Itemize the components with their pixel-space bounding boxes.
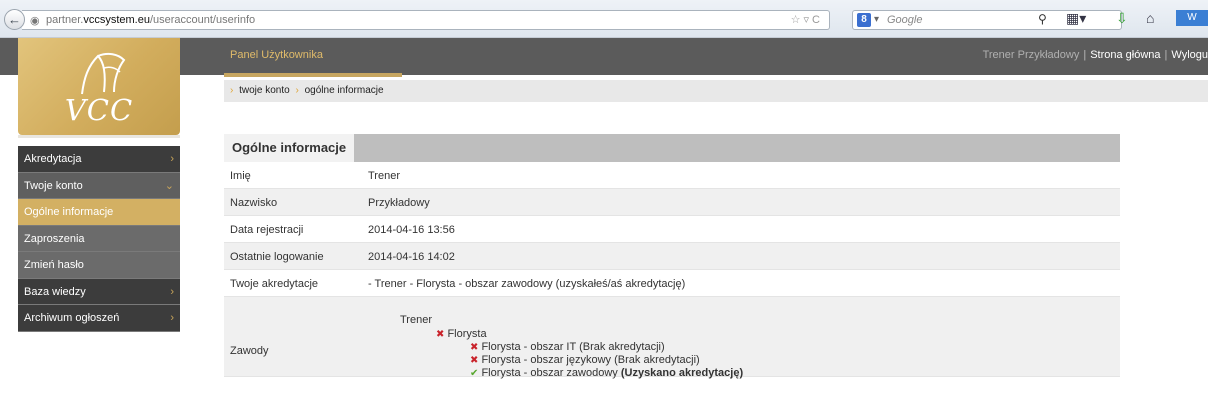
download-arrow-icon[interactable]: ⇩ bbox=[1116, 10, 1128, 27]
sidebar-item-twoje-konto[interactable]: Twoje konto ⌄ bbox=[18, 172, 180, 199]
sidebar-item-akredytacja[interactable]: Akredytacja › bbox=[18, 146, 180, 173]
search-engine-icon[interactable]: 8 bbox=[857, 13, 871, 27]
info-row-data-rejestracji: Data rejestracji 2014-04-16 13:56 bbox=[224, 216, 1120, 243]
active-panel-underline bbox=[224, 73, 402, 77]
info-panel-header: Ogólne informacje bbox=[224, 134, 1120, 162]
sidebar-item-baza-wiedzy[interactable]: Baza wiedzy › bbox=[18, 278, 180, 305]
tree-area: ✖ Florysta - obszar IT (Brak akredytacji… bbox=[470, 341, 665, 353]
logo-divider bbox=[18, 135, 180, 138]
search-placeholder: Google bbox=[887, 14, 923, 26]
bookmark-star-icon[interactable]: ☆▿C bbox=[791, 13, 823, 26]
logo-text: VCC bbox=[64, 93, 134, 127]
sidebar-menu: Akredytacja › Twoje konto ⌄ Ogólne infor… bbox=[18, 146, 180, 332]
chevron-right-icon: › bbox=[170, 153, 174, 165]
tree-area: ✔ Florysta - obszar zawodowy (Uzyskano a… bbox=[470, 367, 744, 379]
home-link[interactable]: Strona główna bbox=[1090, 49, 1160, 61]
breadcrumb-arrow-icon: › bbox=[230, 85, 234, 96]
addon-icon[interactable]: W bbox=[1176, 10, 1208, 26]
row-value: Przykładowy bbox=[368, 197, 430, 209]
sidebar-item-label: Akredytacja bbox=[24, 153, 82, 165]
row-value: - Trener - Florysta - obszar zawodowy (u… bbox=[368, 278, 686, 290]
sidebar-item-zmien-haslo[interactable]: Zmień hasło bbox=[18, 252, 180, 279]
logo-book-icon bbox=[81, 52, 126, 95]
bookmarks-menu-icon[interactable]: ▦▾ bbox=[1066, 10, 1086, 27]
check-mark-icon: ✔ bbox=[470, 368, 479, 379]
user-name: Trener Przykładowy bbox=[982, 49, 1080, 61]
tree-area: ✖ Florysta - obszar językowy (Brak akred… bbox=[470, 354, 700, 366]
breadcrumb: › twoje konto › ogólne informacje bbox=[224, 80, 1208, 102]
sidebar-item-label: Zmień hasło bbox=[24, 259, 84, 271]
info-row-ostatnie-logowanie: Ostatnie logowanie 2014-04-16 14:02 bbox=[224, 243, 1120, 270]
breadcrumb-item[interactable]: twoje konto bbox=[239, 85, 290, 96]
row-value: 2014-04-16 13:56 bbox=[368, 224, 455, 236]
vcc-logo[interactable]: VCC bbox=[18, 38, 180, 135]
row-label: Ostatnie logowanie bbox=[230, 251, 324, 263]
chevron-right-icon: › bbox=[170, 285, 174, 298]
info-panel: Ogólne informacje Imię Trener Nazwisko P… bbox=[224, 134, 1120, 379]
home-icon[interactable]: ⌂ bbox=[1146, 10, 1154, 26]
sidebar-item-label: Zaproszenia bbox=[24, 232, 85, 245]
sidebar-item-label: Ogólne informacje bbox=[24, 206, 114, 218]
breadcrumb-item[interactable]: ogólne informacje bbox=[305, 85, 384, 96]
sidebar-item-archiwum-ogloszen[interactable]: Archiwum ogłoszeń › bbox=[18, 305, 180, 332]
header-user-links: Trener Przykładowy | Strona główna | Wylogu bbox=[983, 49, 1208, 61]
tree-root: Trener bbox=[400, 314, 432, 326]
sidebar-item-label: Archiwum ogłoszeń bbox=[24, 312, 120, 324]
header-separator: | bbox=[1164, 49, 1168, 61]
address-bar[interactable]: ◉ partner.vccsystem.eu/useraccount/useri… bbox=[22, 10, 830, 30]
info-row-akredytacje: Twoje akredytacje - Trener - Florysta - … bbox=[224, 270, 1120, 297]
header-separator: | bbox=[1083, 49, 1087, 61]
row-label: Nazwisko bbox=[230, 197, 278, 209]
magnifier-icon[interactable]: ⚲ bbox=[1038, 12, 1047, 26]
x-mark-icon: ✖ bbox=[436, 329, 445, 340]
row-value: 2014-04-16 14:02 bbox=[368, 251, 455, 263]
info-row-nazwisko: Nazwisko Przykładowy bbox=[224, 189, 1120, 216]
site-header: Panel Użytkownika Trener Przykładowy | Str… bbox=[0, 38, 1208, 75]
row-label: Twoje akredytacje bbox=[230, 278, 319, 290]
x-mark-icon: ✖ bbox=[470, 342, 479, 353]
url-text: partner.vccsystem.eu/useraccount/userinf… bbox=[46, 14, 256, 26]
info-row-imie: Imię Trener bbox=[224, 162, 1120, 189]
sidebar-item-zaproszenia[interactable]: Zaproszenia bbox=[18, 225, 180, 252]
row-label: Data rejestracji bbox=[230, 224, 304, 236]
sidebar-item-label: Baza wiedzy bbox=[24, 285, 86, 298]
breadcrumb-arrow-icon: › bbox=[295, 85, 299, 96]
engine-dropdown-icon[interactable]: ▾ bbox=[874, 14, 879, 25]
logout-link[interactable]: Wylogu bbox=[1171, 49, 1208, 61]
x-mark-icon: ✖ bbox=[470, 355, 479, 366]
browser-toolbar: ◉ partner.vccsystem.eu/useraccount/useri… bbox=[0, 0, 1208, 38]
chevron-down-icon: ⌄ bbox=[164, 179, 174, 192]
tree-profession: ✖ Florysta bbox=[436, 328, 487, 340]
row-label: Imię bbox=[230, 170, 251, 182]
sidebar-item-label: Twoje konto bbox=[24, 179, 83, 192]
globe-icon: ◉ bbox=[30, 15, 40, 27]
chevron-right-icon: › bbox=[170, 312, 174, 324]
row-label: Zawody bbox=[230, 345, 269, 357]
panel-title: Panel Użytkownika bbox=[230, 49, 323, 61]
back-arrow-icon[interactable]: ← bbox=[4, 9, 25, 30]
sidebar-item-ogolne-informacje[interactable]: Ogólne informacje bbox=[18, 199, 180, 226]
row-value: Trener bbox=[368, 170, 400, 182]
info-panel-title: Ogólne informacje bbox=[224, 134, 354, 162]
info-row-zawody: Zawody Trener ✖ Florysta ✖ Florysta - ob… bbox=[224, 297, 1120, 379]
